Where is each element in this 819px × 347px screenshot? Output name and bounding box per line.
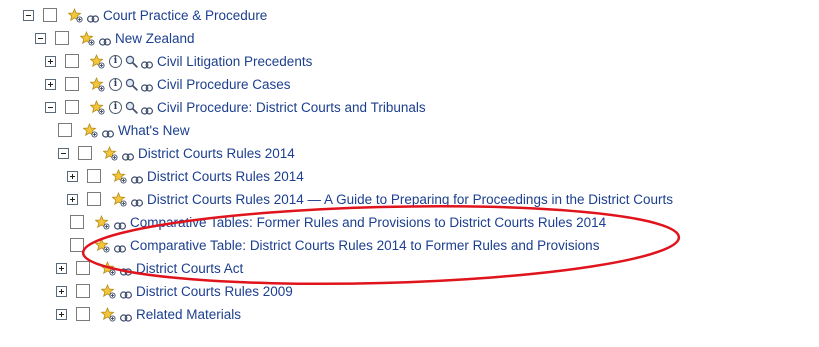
expand-icon[interactable] [56, 285, 67, 297]
select-checkbox[interactable] [43, 8, 57, 22]
tree-item-label[interactable]: District Courts Rules 2009 [136, 284, 293, 299]
tree-item-label[interactable]: Comparative Table: District Courts Rules… [130, 238, 599, 253]
link-icon[interactable] [102, 126, 114, 138]
tree-item-label[interactable]: Comparative Tables: Former Rules and Pro… [130, 215, 606, 230]
tree-row: i Civil Procedure Cases [45, 73, 291, 95]
expand-icon[interactable] [45, 78, 56, 90]
link-icon[interactable] [120, 287, 132, 299]
select-checkbox[interactable] [87, 169, 101, 183]
tree-item-label[interactable]: Civil Litigation Precedents [157, 54, 312, 69]
add-to-favorites-icon[interactable] [95, 214, 110, 230]
link-icon[interactable] [114, 241, 126, 253]
add-to-favorites-icon[interactable] [112, 168, 127, 184]
collapse-icon[interactable] [58, 147, 69, 159]
link-icon[interactable] [131, 195, 143, 207]
tree-item-label[interactable]: Court Practice & Procedure [103, 8, 267, 23]
tree-row: i Civil Litigation Precedents [45, 50, 312, 72]
search-icon[interactable] [125, 55, 138, 68]
tree-row: Comparative Tables: Former Rules and Pro… [70, 211, 606, 233]
tree-item-label[interactable]: Civil Procedure: District Courts and Tri… [157, 100, 426, 115]
add-to-favorites-icon[interactable] [90, 76, 105, 92]
select-checkbox[interactable] [70, 238, 84, 252]
info-icon[interactable]: i [109, 100, 122, 114]
tree-item-label[interactable]: Related Materials [136, 307, 241, 322]
tree-row: What's New [58, 119, 190, 141]
collapse-icon[interactable] [35, 32, 46, 44]
collapse-icon[interactable] [45, 101, 56, 113]
tree-row: New Zealand [35, 27, 195, 49]
tree-item-label[interactable]: District Courts Rules 2014 [138, 146, 295, 161]
link-icon[interactable] [114, 218, 126, 230]
link-icon[interactable] [120, 310, 132, 322]
tree-row: District Courts Rules 2009 [56, 280, 293, 302]
tree-item-label[interactable]: District Courts Act [136, 261, 243, 276]
expand-icon[interactable] [56, 262, 67, 274]
tree-row: District Courts Rules 2014 [58, 142, 295, 164]
tree-item-label[interactable]: What's New [118, 123, 190, 138]
add-to-favorites-icon[interactable] [90, 99, 105, 115]
add-to-favorites-icon[interactable] [83, 122, 98, 138]
link-icon[interactable] [122, 149, 134, 161]
collapse-icon[interactable] [23, 9, 34, 21]
link-icon[interactable] [131, 172, 143, 184]
tree-item-label[interactable]: District Courts Rules 2014 — A Guide to … [147, 192, 673, 207]
search-icon[interactable] [125, 78, 138, 91]
add-to-favorites-icon[interactable] [95, 237, 110, 253]
select-checkbox[interactable] [65, 77, 79, 91]
expand-icon[interactable] [67, 193, 78, 205]
expand-icon[interactable] [45, 55, 56, 67]
tree-row: Comparative Table: District Courts Rules… [70, 234, 599, 256]
select-checkbox[interactable] [65, 54, 79, 68]
select-checkbox[interactable] [65, 100, 79, 114]
add-to-favorites-icon[interactable] [90, 53, 105, 69]
select-checkbox[interactable] [87, 192, 101, 206]
expand-icon[interactable] [67, 170, 78, 182]
select-checkbox[interactable] [76, 261, 90, 275]
select-checkbox[interactable] [70, 215, 84, 229]
info-icon[interactable]: i [109, 77, 122, 91]
link-icon[interactable] [141, 103, 153, 115]
add-to-favorites-icon[interactable] [101, 306, 116, 322]
select-checkbox[interactable] [76, 284, 90, 298]
link-icon[interactable] [120, 264, 132, 276]
add-to-favorites-icon[interactable] [103, 145, 118, 161]
add-to-favorites-icon[interactable] [101, 260, 116, 276]
info-icon[interactable]: i [109, 54, 122, 68]
select-checkbox[interactable] [55, 31, 69, 45]
link-icon[interactable] [87, 11, 99, 23]
tree-item-label[interactable]: New Zealand [115, 31, 195, 46]
tree-row: District Courts Rules 2014 [67, 165, 304, 187]
add-to-favorites-icon[interactable] [80, 30, 95, 46]
tree-item-label[interactable]: District Courts Rules 2014 [147, 169, 304, 184]
select-checkbox[interactable] [78, 146, 92, 160]
add-to-favorites-icon[interactable] [112, 191, 127, 207]
select-checkbox[interactable] [58, 123, 72, 137]
add-to-favorites-icon[interactable] [101, 283, 116, 299]
select-checkbox[interactable] [76, 307, 90, 321]
tree-row: i Civil Procedure: District Courts and Tr… [45, 96, 426, 118]
link-icon[interactable] [141, 57, 153, 69]
expand-icon[interactable] [56, 308, 67, 320]
tree-row: Related Materials [56, 303, 241, 325]
link-icon[interactable] [99, 34, 111, 46]
tree-item-label[interactable]: Civil Procedure Cases [157, 77, 291, 92]
search-icon[interactable] [125, 101, 138, 114]
tree-row: District Courts Rules 2014 — A Guide to … [67, 188, 673, 210]
link-icon[interactable] [141, 80, 153, 92]
tree-row: Court Practice & Procedure [23, 4, 267, 26]
add-to-favorites-icon[interactable] [68, 7, 83, 23]
tree-row: District Courts Act [56, 257, 243, 279]
